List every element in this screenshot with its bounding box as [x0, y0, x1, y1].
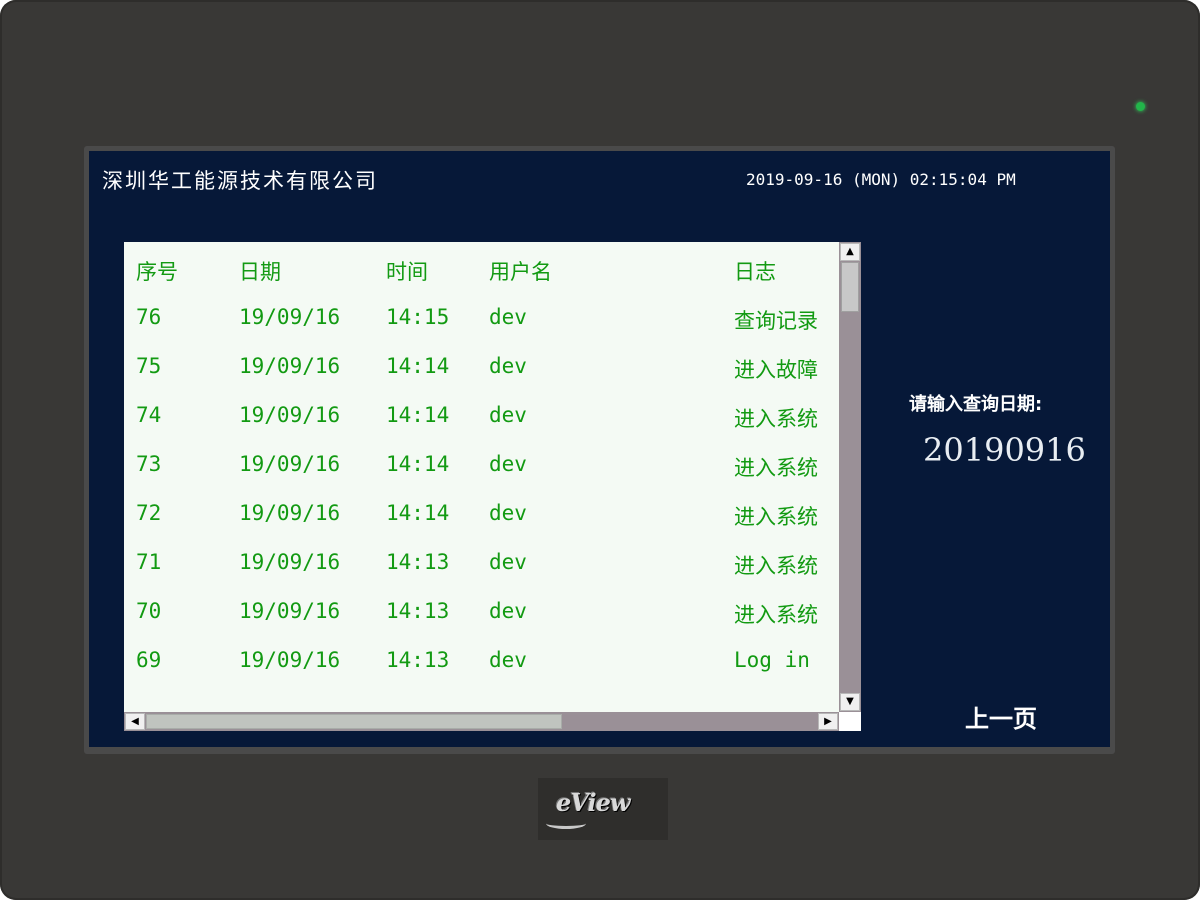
company-title: 深圳华工能源技术有限公司 — [102, 169, 378, 193]
table-row[interactable]: 70 19/09/16 14:13 dev 进入系统 — [124, 593, 839, 633]
power-led-icon — [1136, 102, 1145, 111]
horizontal-scroll-thumb[interactable] — [146, 714, 562, 729]
cell-log: 查询记录 — [734, 309, 818, 333]
cell-time: 14:14 — [386, 452, 450, 476]
cell-user: dev — [489, 550, 527, 574]
cell-user: dev — [489, 354, 527, 378]
cell-date: 19/09/16 — [239, 354, 341, 378]
cell-user: dev — [489, 599, 527, 623]
vertical-scrollbar[interactable]: ▲ ▼ — [839, 242, 861, 712]
previous-page-button[interactable]: 上一页 — [965, 699, 1037, 734]
eview-logo-text: eView — [556, 788, 631, 817]
table-row[interactable]: 74 19/09/16 14:14 dev 进入系统 — [124, 397, 839, 437]
table-row[interactable]: 73 19/09/16 14:14 dev 进入系统 — [124, 446, 839, 486]
cell-log: 进入系统 — [734, 456, 818, 480]
cell-log: 进入故障 — [734, 358, 818, 382]
column-header-log: 日志 — [734, 260, 776, 284]
cell-log: Log in — [734, 648, 810, 672]
cell-log: 进入系统 — [734, 407, 818, 431]
scroll-up-icon[interactable]: ▲ — [840, 243, 860, 261]
scrollbar-corner — [839, 712, 861, 731]
cell-time: 14:15 — [386, 305, 450, 329]
cell-no: 69 — [136, 648, 162, 672]
scroll-down-icon[interactable]: ▼ — [840, 693, 860, 711]
cell-no: 72 — [136, 501, 162, 525]
eview-logo: eView — [538, 778, 668, 840]
cell-user: dev — [489, 648, 527, 672]
vertical-scroll-thumb[interactable] — [841, 262, 859, 312]
column-header-time: 时间 — [386, 260, 428, 284]
cell-user: dev — [489, 452, 527, 476]
cell-user: dev — [489, 501, 527, 525]
column-header-no: 序号 — [136, 260, 178, 284]
cell-log: 进入系统 — [734, 505, 818, 529]
cell-log: 进入系统 — [734, 603, 818, 627]
cell-time: 14:14 — [386, 501, 450, 525]
cell-user: dev — [489, 403, 527, 427]
cell-no: 70 — [136, 599, 162, 623]
cell-time: 14:14 — [386, 403, 450, 427]
table-row[interactable]: 69 19/09/16 14:13 dev Log in — [124, 642, 839, 682]
log-table: 序号 日期 时间 用户名 日志 76 19/09/16 14:15 dev 查询… — [124, 242, 861, 731]
cell-time: 14:14 — [386, 354, 450, 378]
table-row[interactable]: 72 19/09/16 14:14 dev 进入系统 — [124, 495, 839, 535]
cell-no: 75 — [136, 354, 162, 378]
datetime-display: 2019-09-16 (MON) 02:15:04 PM — [746, 170, 1016, 189]
cell-time: 14:13 — [386, 648, 450, 672]
scroll-left-icon[interactable]: ◀ — [125, 713, 145, 730]
cell-no: 76 — [136, 305, 162, 329]
log-table-header: 序号 日期 时间 用户名 日志 — [124, 250, 839, 290]
cell-time: 14:13 — [386, 599, 450, 623]
query-date-label: 请输入查询日期: — [909, 394, 1043, 415]
horizontal-scrollbar[interactable]: ◀ ▶ — [124, 712, 839, 731]
cell-log: 进入系统 — [734, 554, 818, 578]
cell-date: 19/09/16 — [239, 403, 341, 427]
cell-date: 19/09/16 — [239, 452, 341, 476]
cell-time: 14:13 — [386, 550, 450, 574]
cell-date: 19/09/16 — [239, 501, 341, 525]
cell-date: 19/09/16 — [239, 648, 341, 672]
column-header-user: 用户名 — [489, 260, 552, 284]
column-header-date: 日期 — [239, 260, 281, 284]
logo-swoosh-icon — [546, 818, 586, 829]
scroll-right-icon[interactable]: ▶ — [818, 713, 838, 730]
table-row[interactable]: 75 19/09/16 14:14 dev 进入故障 — [124, 348, 839, 388]
cell-user: dev — [489, 305, 527, 329]
cell-date: 19/09/16 — [239, 550, 341, 574]
table-row[interactable]: 76 19/09/16 14:15 dev 查询记录 — [124, 299, 839, 339]
cell-date: 19/09/16 — [239, 599, 341, 623]
cell-no: 73 — [136, 452, 162, 476]
hmi-screen: 深圳华工能源技术有限公司 2019-09-16 (MON) 02:15:04 P… — [89, 151, 1110, 747]
cell-no: 74 — [136, 403, 162, 427]
cell-date: 19/09/16 — [239, 305, 341, 329]
table-row[interactable]: 71 19/09/16 14:13 dev 进入系统 — [124, 544, 839, 584]
cell-no: 71 — [136, 550, 162, 574]
query-date-input[interactable]: 20190916 — [923, 431, 1086, 469]
